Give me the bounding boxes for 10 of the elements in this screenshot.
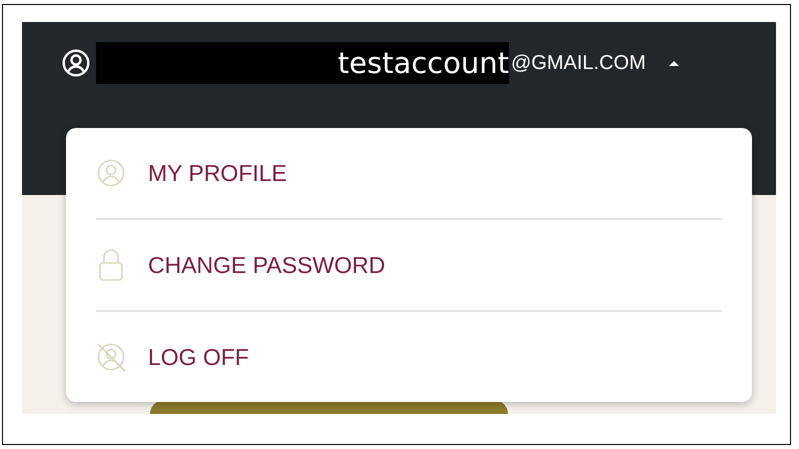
caret-icon[interactable] (668, 59, 680, 67)
user-off-icon (96, 342, 126, 372)
menu-item[interactable]: MY PROFILE (148, 160, 287, 186)
user-icon[interactable] (62, 49, 90, 77)
menu-item[interactable]: CHANGE PASSWORD (148, 252, 386, 278)
user-name: testaccount (338, 46, 509, 80)
user-icon (97, 159, 125, 187)
email-domain: @GMAIL.COM (511, 52, 646, 74)
menu-item[interactable]: LOG OFF (148, 344, 249, 370)
lock-icon (98, 248, 124, 282)
